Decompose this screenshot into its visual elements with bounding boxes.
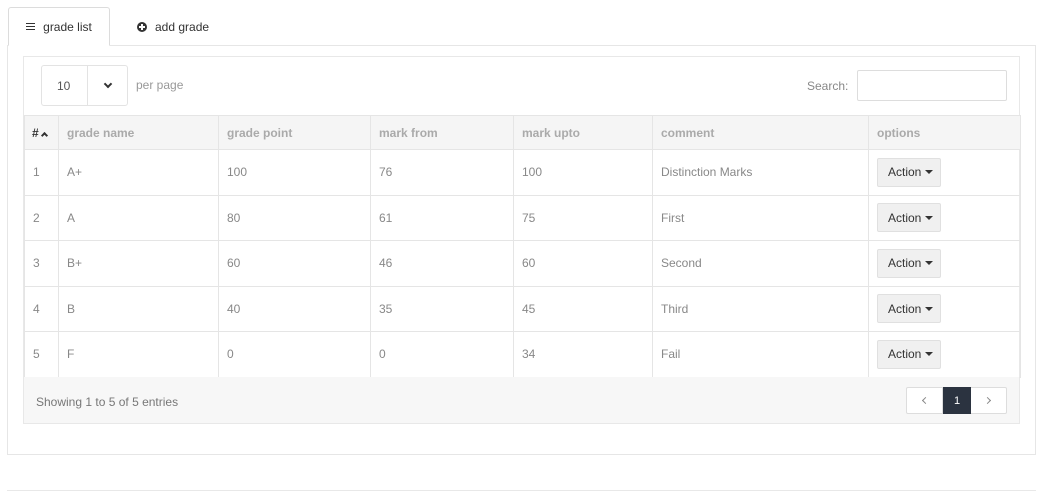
table-info: Showing 1 to 5 of 5 entries [36, 395, 179, 409]
caret-down-icon [925, 170, 934, 175]
cell-mark-upto: 60 [513, 240, 653, 287]
pagination-next[interactable] [971, 387, 1007, 414]
cell-number: 3 [24, 240, 59, 287]
pagination-page-current[interactable]: 1 [943, 387, 971, 414]
action-button[interactable]: Action [877, 248, 941, 278]
action-button[interactable]: Action [877, 294, 941, 324]
tab-add-grade[interactable]: add grade [122, 7, 224, 46]
cell-number: 2 [24, 194, 59, 241]
menu-icon [26, 23, 36, 30]
tab-bar: grade list add grade [8, 7, 224, 46]
cell-mark-upto: 34 [513, 331, 653, 378]
cell-options: Action [868, 149, 1021, 196]
cell-mark-from: 0 [370, 331, 514, 378]
cell-mark-upto: 100 [513, 149, 653, 196]
cell-mark-from: 46 [370, 240, 514, 287]
cell-comment: Fail [652, 331, 869, 378]
cell-comment: First [652, 194, 869, 241]
column-header-options: options [868, 115, 1021, 150]
cell-grade-name: A+ [58, 149, 219, 196]
action-button[interactable]: Action [877, 203, 941, 233]
pagination: 1 [906, 387, 1007, 414]
chevron-down-icon [88, 66, 127, 105]
cell-number: 4 [24, 285, 59, 332]
caret-down-icon [925, 352, 934, 357]
cell-comment: Second [652, 240, 869, 287]
search-input[interactable] [857, 70, 1007, 101]
cell-grade-name: B [58, 285, 219, 332]
column-header-number[interactable]: # [24, 115, 59, 150]
table-row: 1 A+ 100 76 100 Distinction Marks Action [24, 149, 1021, 196]
cell-grade-name: A [58, 194, 219, 241]
pagination-previous[interactable] [906, 387, 943, 414]
column-header-mark-from[interactable]: mark from [370, 115, 514, 150]
cell-mark-from: 35 [370, 285, 514, 332]
cell-number: 1 [24, 149, 59, 196]
caret-down-icon [925, 261, 934, 266]
divider [7, 490, 1036, 491]
cell-grade-point: 40 [218, 285, 371, 332]
caret-down-icon [925, 306, 934, 311]
tab-add-grade-label: add grade [155, 19, 210, 34]
chevron-left-icon [921, 396, 930, 405]
cell-grade-point: 0 [218, 331, 371, 378]
cell-number: 5 [24, 331, 59, 378]
tab-grade-list-label: grade list [43, 19, 92, 34]
cell-mark-from: 61 [370, 194, 514, 241]
table-row: 5 F 0 0 34 Fail Action [24, 331, 1021, 378]
cell-comment: Distinction Marks [652, 149, 869, 196]
cell-options: Action [868, 194, 1021, 241]
action-button[interactable]: Action [877, 157, 941, 187]
column-header-mark-upto[interactable]: mark upto [513, 115, 653, 150]
cell-grade-point: 80 [218, 194, 371, 241]
cell-mark-from: 76 [370, 149, 514, 196]
column-header-comment[interactable]: comment [652, 115, 869, 150]
chevron-right-icon [983, 396, 992, 405]
search-label: Search: [807, 79, 849, 93]
per-page-label: per page [136, 78, 184, 92]
column-header-grade-point[interactable]: grade point [218, 115, 371, 150]
sort-asc-icon [40, 131, 48, 139]
column-header-grade-name[interactable]: grade name [58, 115, 219, 150]
action-button-label: Action [888, 256, 922, 271]
grade-table: # grade name grade point mark from mark … [24, 115, 1021, 378]
table-row: 4 B 40 35 45 Third Action [24, 285, 1021, 332]
page-length-value: 10 [42, 66, 88, 105]
cell-options: Action [868, 285, 1021, 332]
table-row: 2 A 80 61 75 First Action [24, 194, 1021, 241]
cell-mark-upto: 45 [513, 285, 653, 332]
cell-grade-name: B+ [58, 240, 219, 287]
table-header-row: # grade name grade point mark from mark … [24, 115, 1021, 150]
action-button[interactable]: Action [877, 339, 941, 369]
action-button-label: Action [888, 165, 922, 180]
cell-grade-point: 100 [218, 149, 371, 196]
caret-down-icon [925, 215, 934, 220]
cell-grade-name: F [58, 331, 219, 378]
cell-options: Action [868, 240, 1021, 287]
tab-grade-list[interactable]: grade list [8, 7, 110, 46]
action-button-label: Action [888, 347, 922, 362]
cell-grade-point: 60 [218, 240, 371, 287]
plus-circle-icon [137, 21, 147, 32]
cell-options: Action [868, 331, 1021, 378]
action-button-label: Action [888, 301, 922, 316]
cell-comment: Third [652, 285, 869, 332]
action-button-label: Action [888, 210, 922, 225]
page-length-select[interactable]: 10 [41, 65, 128, 106]
table-row: 3 B+ 60 46 60 Second Action [24, 240, 1021, 287]
cell-mark-upto: 75 [513, 194, 653, 241]
